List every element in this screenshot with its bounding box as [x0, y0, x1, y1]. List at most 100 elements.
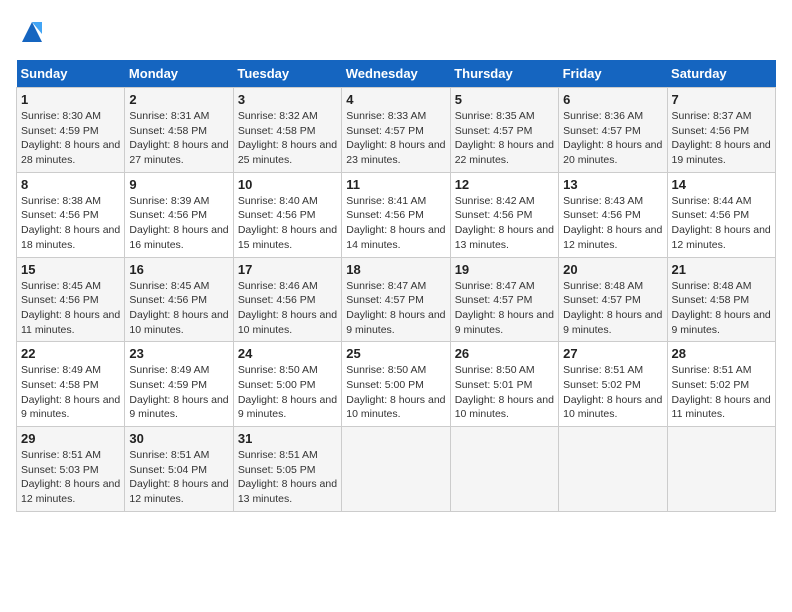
- table-row: 3 Sunrise: 8:32 AMSunset: 4:58 PMDayligh…: [233, 88, 341, 173]
- col-sunday: Sunday: [17, 60, 125, 88]
- day-detail: Sunrise: 8:45 AMSunset: 4:56 PMDaylight:…: [129, 280, 228, 336]
- day-detail: Sunrise: 8:48 AMSunset: 4:58 PMDaylight:…: [672, 280, 771, 336]
- day-detail: Sunrise: 8:40 AMSunset: 4:56 PMDaylight:…: [238, 195, 337, 251]
- col-saturday: Saturday: [667, 60, 775, 88]
- table-row: 9 Sunrise: 8:39 AMSunset: 4:56 PMDayligh…: [125, 172, 233, 257]
- day-detail: Sunrise: 8:42 AMSunset: 4:56 PMDaylight:…: [455, 195, 554, 251]
- day-number: 22: [21, 346, 120, 361]
- day-number: 7: [672, 92, 771, 107]
- day-detail: Sunrise: 8:44 AMSunset: 4:56 PMDaylight:…: [672, 195, 771, 251]
- table-row: 24 Sunrise: 8:50 AMSunset: 5:00 PMDaylig…: [233, 342, 341, 427]
- day-number: 11: [346, 177, 445, 192]
- day-number: 31: [238, 431, 337, 446]
- table-row: [342, 427, 450, 512]
- day-number: 14: [672, 177, 771, 192]
- day-number: 18: [346, 262, 445, 277]
- calendar-header-row: Sunday Monday Tuesday Wednesday Thursday…: [17, 60, 776, 88]
- day-detail: Sunrise: 8:37 AMSunset: 4:56 PMDaylight:…: [672, 110, 771, 166]
- day-number: 9: [129, 177, 228, 192]
- table-row: 27 Sunrise: 8:51 AMSunset: 5:02 PMDaylig…: [559, 342, 667, 427]
- day-detail: Sunrise: 8:51 AMSunset: 5:02 PMDaylight:…: [672, 364, 771, 420]
- day-number: 24: [238, 346, 337, 361]
- table-row: 18 Sunrise: 8:47 AMSunset: 4:57 PMDaylig…: [342, 257, 450, 342]
- day-detail: Sunrise: 8:39 AMSunset: 4:56 PMDaylight:…: [129, 195, 228, 251]
- day-number: 19: [455, 262, 554, 277]
- calendar-week-row: 8 Sunrise: 8:38 AMSunset: 4:56 PMDayligh…: [17, 172, 776, 257]
- day-number: 10: [238, 177, 337, 192]
- day-number: 5: [455, 92, 554, 107]
- day-detail: Sunrise: 8:41 AMSunset: 4:56 PMDaylight:…: [346, 195, 445, 251]
- table-row: 10 Sunrise: 8:40 AMSunset: 4:56 PMDaylig…: [233, 172, 341, 257]
- col-thursday: Thursday: [450, 60, 558, 88]
- calendar-week-row: 29 Sunrise: 8:51 AMSunset: 5:03 PMDaylig…: [17, 427, 776, 512]
- table-row: 30 Sunrise: 8:51 AMSunset: 5:04 PMDaylig…: [125, 427, 233, 512]
- day-number: 6: [563, 92, 662, 107]
- day-detail: Sunrise: 8:51 AMSunset: 5:05 PMDaylight:…: [238, 449, 337, 505]
- table-row: 23 Sunrise: 8:49 AMSunset: 4:59 PMDaylig…: [125, 342, 233, 427]
- calendar-table: Sunday Monday Tuesday Wednesday Thursday…: [16, 60, 776, 512]
- day-number: 28: [672, 346, 771, 361]
- logo: [16, 16, 52, 48]
- table-row: 6 Sunrise: 8:36 AMSunset: 4:57 PMDayligh…: [559, 88, 667, 173]
- col-monday: Monday: [125, 60, 233, 88]
- table-row: 4 Sunrise: 8:33 AMSunset: 4:57 PMDayligh…: [342, 88, 450, 173]
- table-row: [559, 427, 667, 512]
- table-row: 19 Sunrise: 8:47 AMSunset: 4:57 PMDaylig…: [450, 257, 558, 342]
- day-number: 17: [238, 262, 337, 277]
- day-detail: Sunrise: 8:38 AMSunset: 4:56 PMDaylight:…: [21, 195, 120, 251]
- day-detail: Sunrise: 8:30 AMSunset: 4:59 PMDaylight:…: [21, 110, 120, 166]
- table-row: [667, 427, 775, 512]
- table-row: 8 Sunrise: 8:38 AMSunset: 4:56 PMDayligh…: [17, 172, 125, 257]
- table-row: 31 Sunrise: 8:51 AMSunset: 5:05 PMDaylig…: [233, 427, 341, 512]
- table-row: 17 Sunrise: 8:46 AMSunset: 4:56 PMDaylig…: [233, 257, 341, 342]
- day-number: 20: [563, 262, 662, 277]
- day-detail: Sunrise: 8:51 AMSunset: 5:03 PMDaylight:…: [21, 449, 120, 505]
- day-detail: Sunrise: 8:43 AMSunset: 4:56 PMDaylight:…: [563, 195, 662, 251]
- day-number: 13: [563, 177, 662, 192]
- day-number: 15: [21, 262, 120, 277]
- day-number: 8: [21, 177, 120, 192]
- day-detail: Sunrise: 8:31 AMSunset: 4:58 PMDaylight:…: [129, 110, 228, 166]
- day-number: 27: [563, 346, 662, 361]
- day-number: 29: [21, 431, 120, 446]
- table-row: 15 Sunrise: 8:45 AMSunset: 4:56 PMDaylig…: [17, 257, 125, 342]
- day-number: 26: [455, 346, 554, 361]
- table-row: 7 Sunrise: 8:37 AMSunset: 4:56 PMDayligh…: [667, 88, 775, 173]
- day-detail: Sunrise: 8:50 AMSunset: 5:00 PMDaylight:…: [238, 364, 337, 420]
- day-detail: Sunrise: 8:45 AMSunset: 4:56 PMDaylight:…: [21, 280, 120, 336]
- table-row: 16 Sunrise: 8:45 AMSunset: 4:56 PMDaylig…: [125, 257, 233, 342]
- table-row: 13 Sunrise: 8:43 AMSunset: 4:56 PMDaylig…: [559, 172, 667, 257]
- day-number: 16: [129, 262, 228, 277]
- day-number: 3: [238, 92, 337, 107]
- table-row: 28 Sunrise: 8:51 AMSunset: 5:02 PMDaylig…: [667, 342, 775, 427]
- page-header: [16, 16, 776, 48]
- col-friday: Friday: [559, 60, 667, 88]
- calendar-week-row: 15 Sunrise: 8:45 AMSunset: 4:56 PMDaylig…: [17, 257, 776, 342]
- table-row: 29 Sunrise: 8:51 AMSunset: 5:03 PMDaylig…: [17, 427, 125, 512]
- table-row: [450, 427, 558, 512]
- day-detail: Sunrise: 8:50 AMSunset: 5:01 PMDaylight:…: [455, 364, 554, 420]
- day-number: 1: [21, 92, 120, 107]
- col-wednesday: Wednesday: [342, 60, 450, 88]
- calendar-week-row: 1 Sunrise: 8:30 AMSunset: 4:59 PMDayligh…: [17, 88, 776, 173]
- day-detail: Sunrise: 8:32 AMSunset: 4:58 PMDaylight:…: [238, 110, 337, 166]
- table-row: 25 Sunrise: 8:50 AMSunset: 5:00 PMDaylig…: [342, 342, 450, 427]
- day-number: 4: [346, 92, 445, 107]
- day-detail: Sunrise: 8:36 AMSunset: 4:57 PMDaylight:…: [563, 110, 662, 166]
- logo-icon: [16, 16, 48, 48]
- day-detail: Sunrise: 8:46 AMSunset: 4:56 PMDaylight:…: [238, 280, 337, 336]
- col-tuesday: Tuesday: [233, 60, 341, 88]
- day-number: 30: [129, 431, 228, 446]
- table-row: 12 Sunrise: 8:42 AMSunset: 4:56 PMDaylig…: [450, 172, 558, 257]
- day-number: 2: [129, 92, 228, 107]
- day-detail: Sunrise: 8:49 AMSunset: 4:58 PMDaylight:…: [21, 364, 120, 420]
- day-number: 23: [129, 346, 228, 361]
- table-row: 22 Sunrise: 8:49 AMSunset: 4:58 PMDaylig…: [17, 342, 125, 427]
- day-number: 12: [455, 177, 554, 192]
- table-row: 26 Sunrise: 8:50 AMSunset: 5:01 PMDaylig…: [450, 342, 558, 427]
- day-detail: Sunrise: 8:50 AMSunset: 5:00 PMDaylight:…: [346, 364, 445, 420]
- day-detail: Sunrise: 8:47 AMSunset: 4:57 PMDaylight:…: [346, 280, 445, 336]
- day-number: 25: [346, 346, 445, 361]
- day-detail: Sunrise: 8:33 AMSunset: 4:57 PMDaylight:…: [346, 110, 445, 166]
- table-row: 14 Sunrise: 8:44 AMSunset: 4:56 PMDaylig…: [667, 172, 775, 257]
